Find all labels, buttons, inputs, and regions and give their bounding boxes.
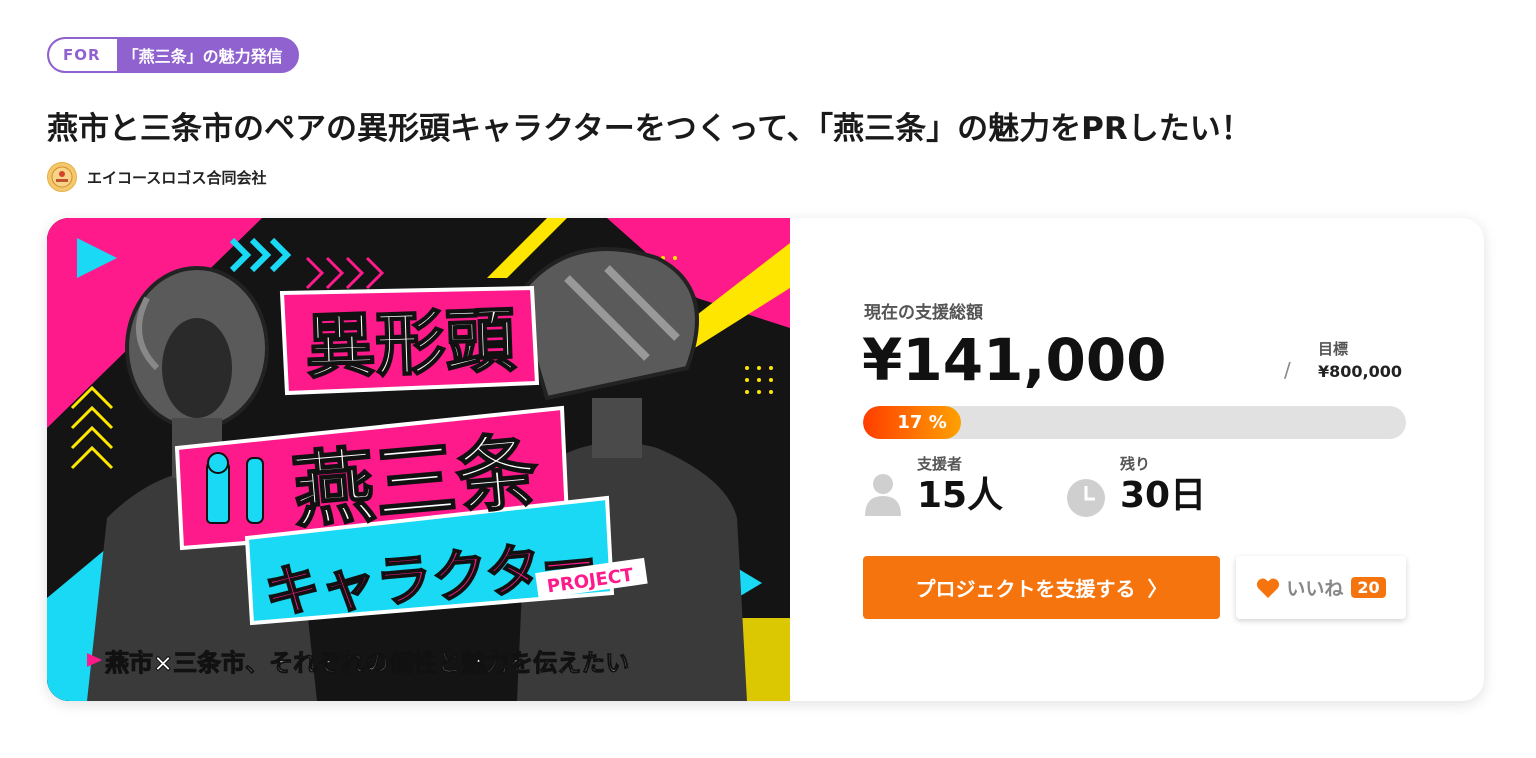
supporters-value: 15人: [917, 475, 1004, 516]
chevron-right-icon: 〉: [1147, 579, 1168, 601]
progress-percent: 17 %: [897, 412, 947, 433]
hero-caption: 燕市×三条市、それぞれの個性と魅力を伝えたい: [105, 649, 629, 677]
page-title: 燕市と三条市のペアの異形頭キャラクターをつくって、「燕三条」の魅力をPRしたい！: [47, 111, 1252, 147]
supporters-stat: 支援者 15人: [863, 453, 1003, 518]
owner-name: エイコースロゴス合同会社: [87, 168, 267, 187]
goal-divider: /: [1284, 358, 1291, 382]
person-icon: [863, 470, 903, 518]
theme-badge-prefix: FOR: [49, 39, 117, 71]
clock-icon: [1066, 470, 1106, 518]
like-label: いいね: [1286, 578, 1344, 600]
funding-progress-bar: 17 %: [863, 406, 1406, 439]
theme-badge-text: 「燕三条」の魅力発信: [122, 47, 283, 66]
like-button[interactable]: いいね 20: [1236, 556, 1406, 619]
heart-icon: [1257, 578, 1280, 598]
goal-label: 目標: [1318, 340, 1349, 358]
funding-label: 現在の支援総額: [864, 303, 983, 323]
remaining-stat: 残り 30日: [1066, 453, 1206, 518]
goal-value: ¥800,000: [1318, 362, 1403, 381]
like-count-badge: 20: [1351, 577, 1386, 598]
support-button-label: プロジェクトを支援する: [915, 579, 1136, 601]
hero-image[interactable]: 異形頭 燕三条 キャラクター PROJECT 燕市×三条市、それぞれの個性と魅力…: [47, 218, 790, 701]
project-owner[interactable]: エイコースロゴス合同会社: [47, 162, 267, 192]
supporters-label: 支援者: [917, 455, 963, 473]
funding-panel: 現在の支援総額 ¥141,000 / 目標 ¥800,000 17 % 支援者 …: [790, 218, 1484, 701]
funding-amount: ¥141,000: [862, 326, 1167, 394]
theme-badge[interactable]: FOR 「燕三条」の魅力発信: [47, 37, 299, 73]
hero-title-line1: 異形頭: [304, 299, 518, 388]
company-logo-icon: [47, 162, 77, 192]
remaining-value: 30日: [1120, 475, 1207, 516]
remaining-label: 残り: [1120, 455, 1151, 473]
project-card: 異形頭 燕三条 キャラクター PROJECT 燕市×三条市、それぞれの個性と魅力…: [47, 218, 1484, 701]
support-project-button[interactable]: プロジェクトを支援する 〉: [863, 556, 1220, 619]
